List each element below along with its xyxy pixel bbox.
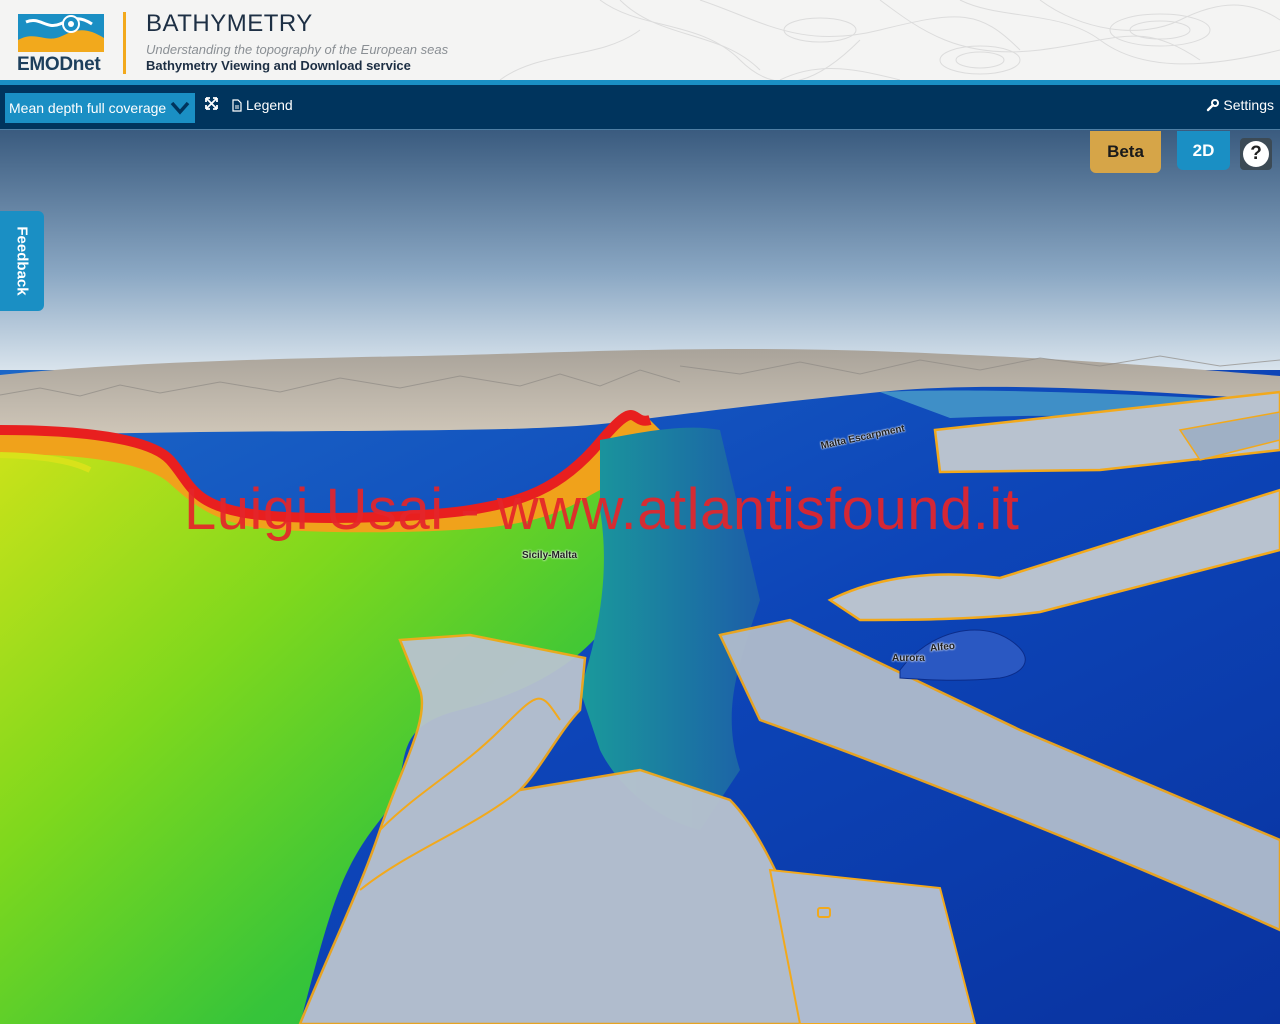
feedback-label: Feedback [13,226,31,296]
fullscreen-button[interactable] [205,97,218,110]
bathymetry-terrain[interactable] [0,130,1280,1024]
help-icon: ? [1243,141,1269,167]
page-title: BATHYMETRY [146,10,313,37]
beta-button[interactable]: Beta [1090,131,1161,173]
toolbar: Mean depth full coverage Legend Settings [0,85,1280,130]
layer-select[interactable]: Mean depth full coverage [5,93,195,123]
app-header: EMODnet BATHYMETRY Understanding the top… [0,0,1280,80]
logo-text: EMODnet [17,54,101,75]
chevron-down-icon [170,101,190,115]
settings-button[interactable]: Settings [1206,97,1274,113]
layer-select-value: Mean depth full coverage [9,100,167,116]
toggle-2d-button[interactable]: 2D [1177,131,1230,170]
settings-label: Settings [1223,97,1274,113]
service-name: Bathymetry Viewing and Download service [146,58,411,73]
place-label: Aurora [892,653,925,664]
map-3d-view[interactable]: Sicily-Malta Malta Escarpment Aurora Alf… [0,130,1280,1024]
header-separator [123,12,126,74]
help-button[interactable]: ? [1240,138,1272,170]
legend-label: Legend [246,97,293,113]
wrench-icon [1207,98,1220,111]
feedback-tab[interactable]: Feedback [0,211,44,311]
place-label: Sicily-Malta [522,550,578,561]
watermark-text: Luigi Usai - www.atlantisfound.it [184,477,1020,542]
document-icon [232,98,242,112]
page-subtitle: Understanding the topography of the Euro… [146,42,449,57]
legend-button[interactable]: Legend [232,97,293,113]
fullscreen-icon [205,97,218,110]
